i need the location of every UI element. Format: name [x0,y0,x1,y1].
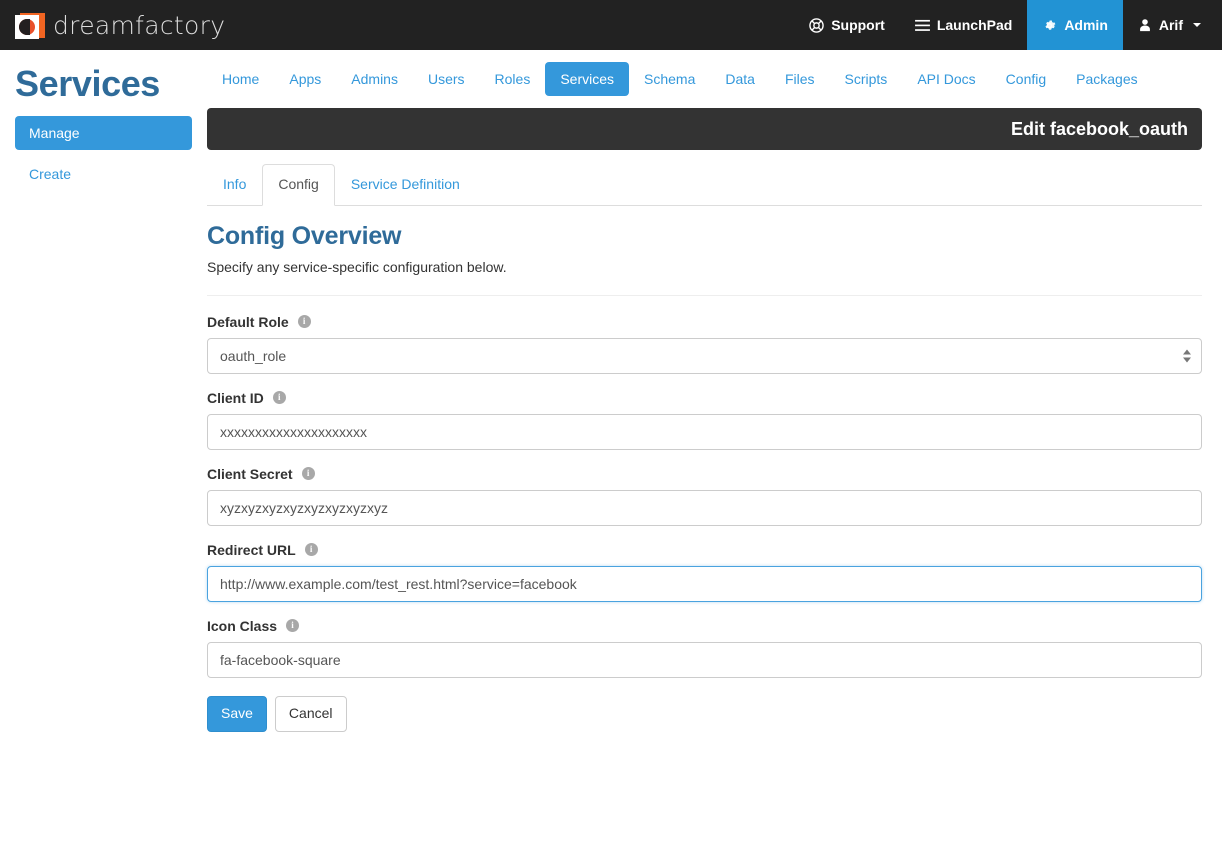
nav-tab-packages[interactable]: Packages [1061,62,1152,96]
nav-tab-roles[interactable]: Roles [480,62,546,96]
label-text-client-secret: Client Secret [207,465,293,482]
default-role-select-wrapper [207,337,1202,374]
topnav-label-admin: Admin [1064,17,1108,33]
save-button[interactable]: Save [207,695,267,732]
gear-icon [1042,18,1057,33]
primary-nav-tabs: Home Apps Admins Users Roles Services Sc… [207,50,1202,96]
nav-tab-config[interactable]: Config [991,62,1061,96]
sub-tab-config[interactable]: Config [262,164,335,206]
nav-tab-scripts[interactable]: Scripts [830,62,903,96]
user-icon [1138,18,1152,32]
label-client-id: Client ID i [207,390,1202,406]
field-group-icon-class: Icon Class i [207,618,1202,678]
nav-tab-services[interactable]: Services [545,62,630,96]
record-sub-tabs: Info Config Service Definition [207,164,1202,206]
section-divider [207,294,1202,296]
field-group-client-secret: Client Secret i [207,466,1202,526]
page-subtitle: Specify any service-specific configurati… [207,258,507,275]
label-text-client-id: Client ID [207,389,264,406]
label-redirect-url: Redirect URL i [207,542,1202,558]
topnav-item-admin[interactable]: Admin [1027,0,1123,50]
record-title-bar: Edit facebook_oauth [207,108,1202,150]
record-title: Edit facebook_oauth [1010,118,1188,139]
info-icon[interactable]: i [286,619,300,633]
top-navbar-right-group: Support LaunchPad Admin Arif [794,0,1222,50]
nav-tab-apps[interactable]: Apps [274,62,336,96]
chevron-down-icon [1193,23,1201,27]
sub-tab-service-definition[interactable]: Service Definition [335,164,476,206]
info-icon[interactable]: i [297,315,311,329]
topnav-item-user[interactable]: Arif [1123,0,1216,50]
nav-tab-home[interactable]: Home [207,62,274,96]
nav-tab-data[interactable]: Data [710,62,770,96]
nav-tab-files[interactable]: Files [770,62,830,96]
hamburger-icon [914,19,930,32]
info-icon[interactable]: i [301,467,315,481]
topnav-item-launchpad[interactable]: LaunchPad [900,0,1027,50]
nav-tab-admins[interactable]: Admins [336,62,413,96]
nav-tab-schema[interactable]: Schema [629,62,710,96]
field-group-redirect-url: Redirect URL i [207,542,1202,602]
main-content: Home Apps Admins Users Roles Services Sc… [207,50,1222,732]
brand-link[interactable]: dreamfactory [0,0,225,50]
nav-tab-users[interactable]: Users [413,62,480,96]
page-body: Services Manage Create Home Apps Admins … [0,50,1222,732]
nav-tab-api-docs[interactable]: API Docs [902,62,990,96]
form-actions: Save Cancel [207,695,1202,732]
brand-name: dreamfactory [53,10,226,40]
label-text-default-role: Default Role [207,313,289,330]
cancel-button[interactable]: Cancel [274,695,347,732]
topnav-label-user: Arif [1158,17,1183,33]
icon-class-input[interactable] [207,641,1202,678]
sidebar-item-manage[interactable]: Manage [15,115,192,150]
sub-tab-info[interactable]: Info [207,164,262,206]
label-client-secret: Client Secret i [207,466,1202,482]
sidebar: Services Manage Create [0,50,207,198]
info-icon[interactable]: i [272,391,286,405]
topnav-label-launchpad: LaunchPad [936,17,1013,33]
lifebuoy-icon [809,17,824,33]
sidebar-item-create[interactable]: Create [15,157,192,191]
field-group-client-id: Client ID i [207,390,1202,450]
topnav-item-support[interactable]: Support [794,0,900,50]
default-role-select[interactable] [207,337,1202,374]
dreamfactory-logo-icon [15,11,45,39]
topnav-label-support: Support [831,17,885,33]
label-text-redirect-url: Redirect URL [207,541,296,558]
client-id-input[interactable] [207,413,1202,450]
label-text-icon-class: Icon Class [207,617,278,634]
redirect-url-input[interactable] [207,565,1202,602]
page-title: Config Overview [207,221,402,250]
label-icon-class: Icon Class i [207,618,1202,634]
info-icon[interactable]: i [304,543,318,557]
sidebar-title: Services [15,63,160,104]
top-navbar: dreamfactory Support LaunchPad Admin Ari… [0,0,1222,50]
label-default-role: Default Role i [207,314,1202,330]
client-secret-input[interactable] [207,489,1202,526]
field-group-default-role: Default Role i [207,314,1202,374]
config-form: Config Overview Specify any service-spec… [207,206,1202,732]
